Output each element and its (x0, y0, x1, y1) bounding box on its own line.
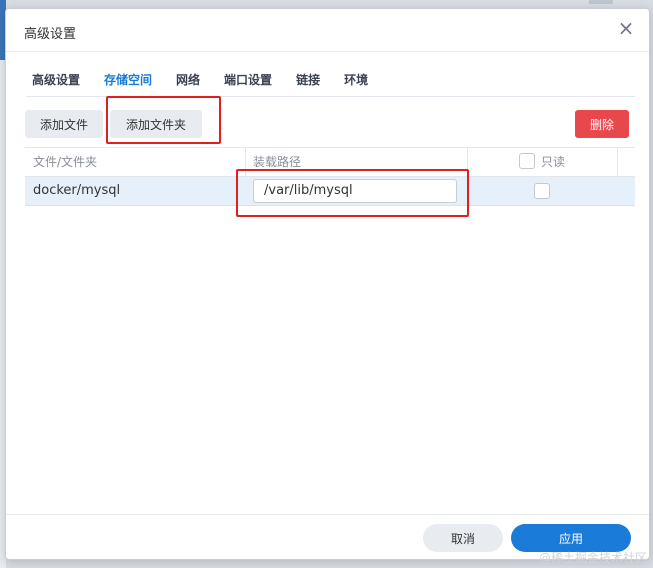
close-icon[interactable]: × (617, 18, 635, 38)
column-divider (617, 148, 618, 176)
title-divider (6, 51, 649, 52)
tab-environment[interactable]: 环境 (344, 71, 368, 88)
background-window-fragment (589, 0, 613, 4)
tab-advanced-settings[interactable]: 高级设置 (32, 71, 80, 88)
cancel-button[interactable]: 取消 (423, 524, 503, 552)
add-file-button[interactable]: 添加文件 (25, 110, 103, 138)
dialog-title: 高级设置 (24, 27, 77, 42)
tab-storage[interactable]: 存储空间 (104, 71, 152, 88)
tab-network[interactable]: 网络 (176, 71, 200, 88)
delete-button[interactable]: 删除 (575, 110, 629, 138)
watermark: @稀土掘金技术社区 (538, 551, 647, 565)
readonly-checkbox[interactable] (534, 183, 550, 199)
tab-bar: 高级设置 存储空间 网络 端口设置 链接 环境 (32, 71, 392, 88)
highlight-box-add-folder (106, 96, 221, 144)
footer-divider (6, 514, 649, 515)
tab-port-settings[interactable]: 端口设置 (224, 71, 272, 88)
highlight-box-mount-path (236, 169, 469, 217)
header-readonly: 只读 (541, 155, 566, 169)
row-source: docker/mysql (33, 183, 121, 198)
header-source: 文件/文件夹 (33, 155, 98, 169)
tab-links[interactable]: 链接 (296, 71, 320, 88)
advanced-settings-dialog: 高级设置 × 高级设置 存储空间 网络 端口设置 链接 环境 添加文件 添加文件… (5, 8, 650, 560)
apply-button[interactable]: 应用 (511, 524, 631, 552)
readonly-select-all-checkbox[interactable] (519, 153, 535, 169)
